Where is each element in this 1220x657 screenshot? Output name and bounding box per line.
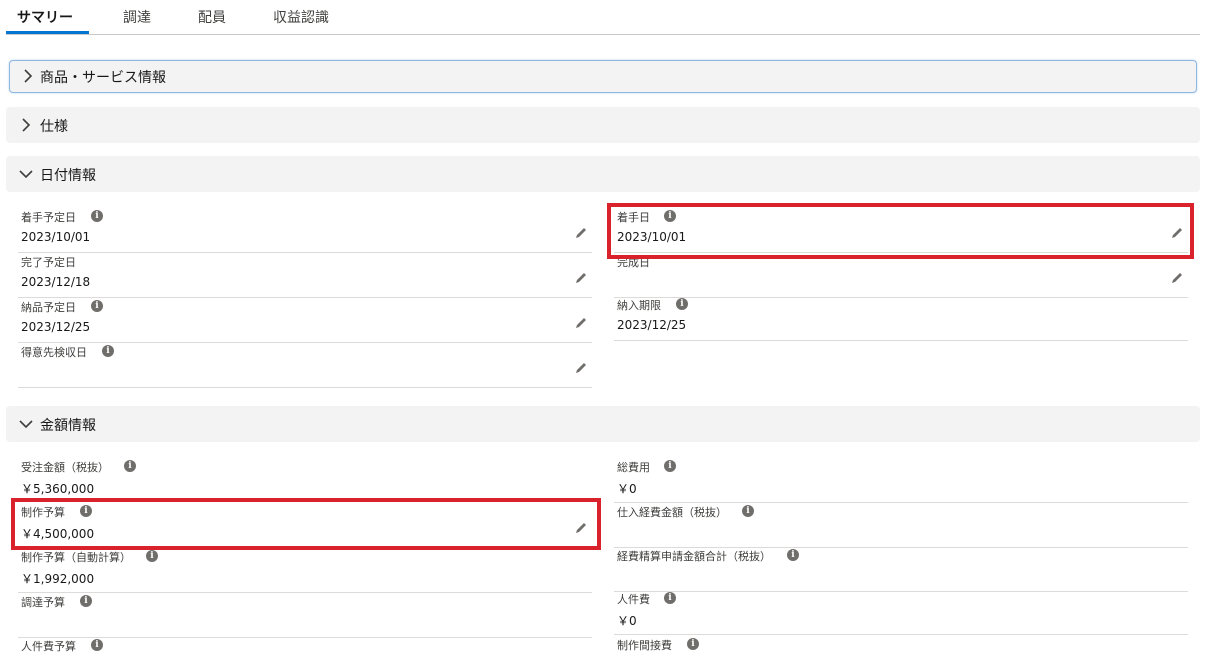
info-icon[interactable]: i bbox=[124, 460, 136, 472]
section-title: 仕様 bbox=[40, 119, 68, 135]
field-label: 経費精算申請金額合計（税抜） bbox=[617, 550, 771, 563]
info-icon[interactable]: i bbox=[664, 592, 676, 604]
info-icon[interactable]: i bbox=[787, 549, 799, 561]
field-labor-cost: 人件費 i ￥0 bbox=[614, 590, 1188, 635]
info-icon[interactable]: i bbox=[91, 210, 103, 222]
field-label: 得意先検収日 bbox=[21, 346, 87, 359]
field-label: 納入期限 bbox=[617, 299, 661, 312]
chevron-down-icon bbox=[19, 420, 33, 429]
field-value: ￥0 bbox=[617, 482, 637, 496]
highlight-start-date bbox=[607, 203, 1194, 259]
field-planned-completion-date: 完了予定日 2023/12/18 bbox=[18, 253, 592, 298]
field-label: 着手予定日 bbox=[21, 211, 76, 224]
field-value: 2023/12/25 bbox=[617, 318, 687, 332]
info-icon[interactable]: i bbox=[742, 505, 754, 517]
tab-staffing[interactable]: 配員 bbox=[198, 7, 226, 27]
field-order-amount: 受注金額（税抜） i ￥5,360,000 bbox=[18, 458, 592, 503]
section-spec[interactable]: 仕様 bbox=[6, 107, 1200, 143]
chevron-down-icon bbox=[19, 170, 33, 179]
field-expense-claim-total: 経費精算申請金額合計（税抜） i bbox=[614, 547, 1188, 592]
field-procurement-budget: 調達予算 i bbox=[18, 593, 592, 638]
field-value: ￥0 bbox=[617, 614, 637, 628]
section-title: 日付情報 bbox=[40, 168, 96, 184]
field-value: 2023/10/01 bbox=[21, 230, 91, 244]
tab-summary[interactable]: サマリー bbox=[17, 7, 73, 27]
pencil-icon[interactable] bbox=[1170, 271, 1184, 285]
field-label: 完了予定日 bbox=[21, 256, 76, 269]
info-icon[interactable]: i bbox=[102, 345, 114, 357]
field-label: 制作間接費 bbox=[617, 639, 672, 652]
info-icon[interactable]: i bbox=[91, 300, 103, 312]
field-total-cost: 総費用 i ￥0 bbox=[614, 458, 1188, 503]
field-planned-delivery-date: 納品予定日 i 2023/12/25 bbox=[18, 298, 592, 343]
field-label: 納品予定日 bbox=[21, 301, 76, 314]
field-label: 仕入経費金額（税抜） bbox=[617, 506, 727, 519]
field-purchase-expense: 仕入経費金額（税抜） i bbox=[614, 503, 1188, 548]
chevron-right-icon bbox=[24, 69, 33, 83]
field-labor-budget: 人件費予算 i bbox=[18, 637, 592, 657]
info-icon[interactable]: i bbox=[676, 298, 688, 310]
field-label: 受注金額（税抜） bbox=[21, 461, 109, 474]
field-completion-date: 完成日 bbox=[614, 253, 1188, 298]
highlight-production-budget bbox=[11, 498, 601, 550]
field-label: 人件費 bbox=[617, 593, 650, 606]
section-title: 金額情報 bbox=[40, 418, 96, 434]
field-customer-acceptance-date: 得意先検収日 i bbox=[18, 343, 592, 388]
field-value: 2023/12/25 bbox=[21, 320, 91, 334]
tab-procurement[interactable]: 調達 bbox=[123, 7, 151, 27]
field-label: 総費用 bbox=[617, 461, 650, 474]
field-label: 制作予算（自動計算） bbox=[21, 551, 131, 564]
info-icon[interactable]: i bbox=[664, 460, 676, 472]
section-product-service-info[interactable]: 商品・サービス情報 bbox=[9, 60, 1197, 93]
pencil-icon[interactable] bbox=[574, 316, 588, 330]
field-value: ￥1,992,000 bbox=[21, 572, 95, 586]
section-date-info[interactable]: 日付情報 bbox=[6, 156, 1200, 192]
field-label: 調達予算 bbox=[21, 596, 65, 609]
field-value: ￥5,360,000 bbox=[21, 482, 95, 496]
info-icon[interactable]: i bbox=[80, 595, 92, 607]
pencil-icon[interactable] bbox=[574, 271, 588, 285]
section-title: 商品・サービス情報 bbox=[40, 70, 166, 86]
info-icon[interactable]: i bbox=[687, 638, 699, 650]
info-icon[interactable]: i bbox=[91, 639, 103, 651]
section-amount-info[interactable]: 金額情報 bbox=[6, 406, 1200, 442]
chevron-right-icon bbox=[22, 118, 31, 132]
field-delivery-deadline: 納入期限 i 2023/12/25 bbox=[614, 296, 1188, 341]
pencil-icon[interactable] bbox=[574, 226, 588, 240]
info-icon[interactable]: i bbox=[146, 550, 158, 562]
pencil-icon[interactable] bbox=[574, 361, 588, 375]
field-label: 人件費予算 bbox=[21, 640, 76, 653]
tab-revenue-recognition[interactable]: 収益認識 bbox=[273, 7, 329, 27]
field-planned-start-date: 着手予定日 i 2023/10/01 bbox=[18, 208, 592, 253]
tab-bar: サマリー 調達 配員 収益認識 bbox=[6, 0, 1200, 35]
field-production-overhead: 制作間接費 i bbox=[614, 636, 1188, 657]
active-tab-indicator bbox=[6, 31, 89, 34]
field-value: 2023/12/18 bbox=[21, 275, 91, 289]
field-production-budget-auto: 制作予算（自動計算） i ￥1,992,000 bbox=[18, 548, 592, 593]
